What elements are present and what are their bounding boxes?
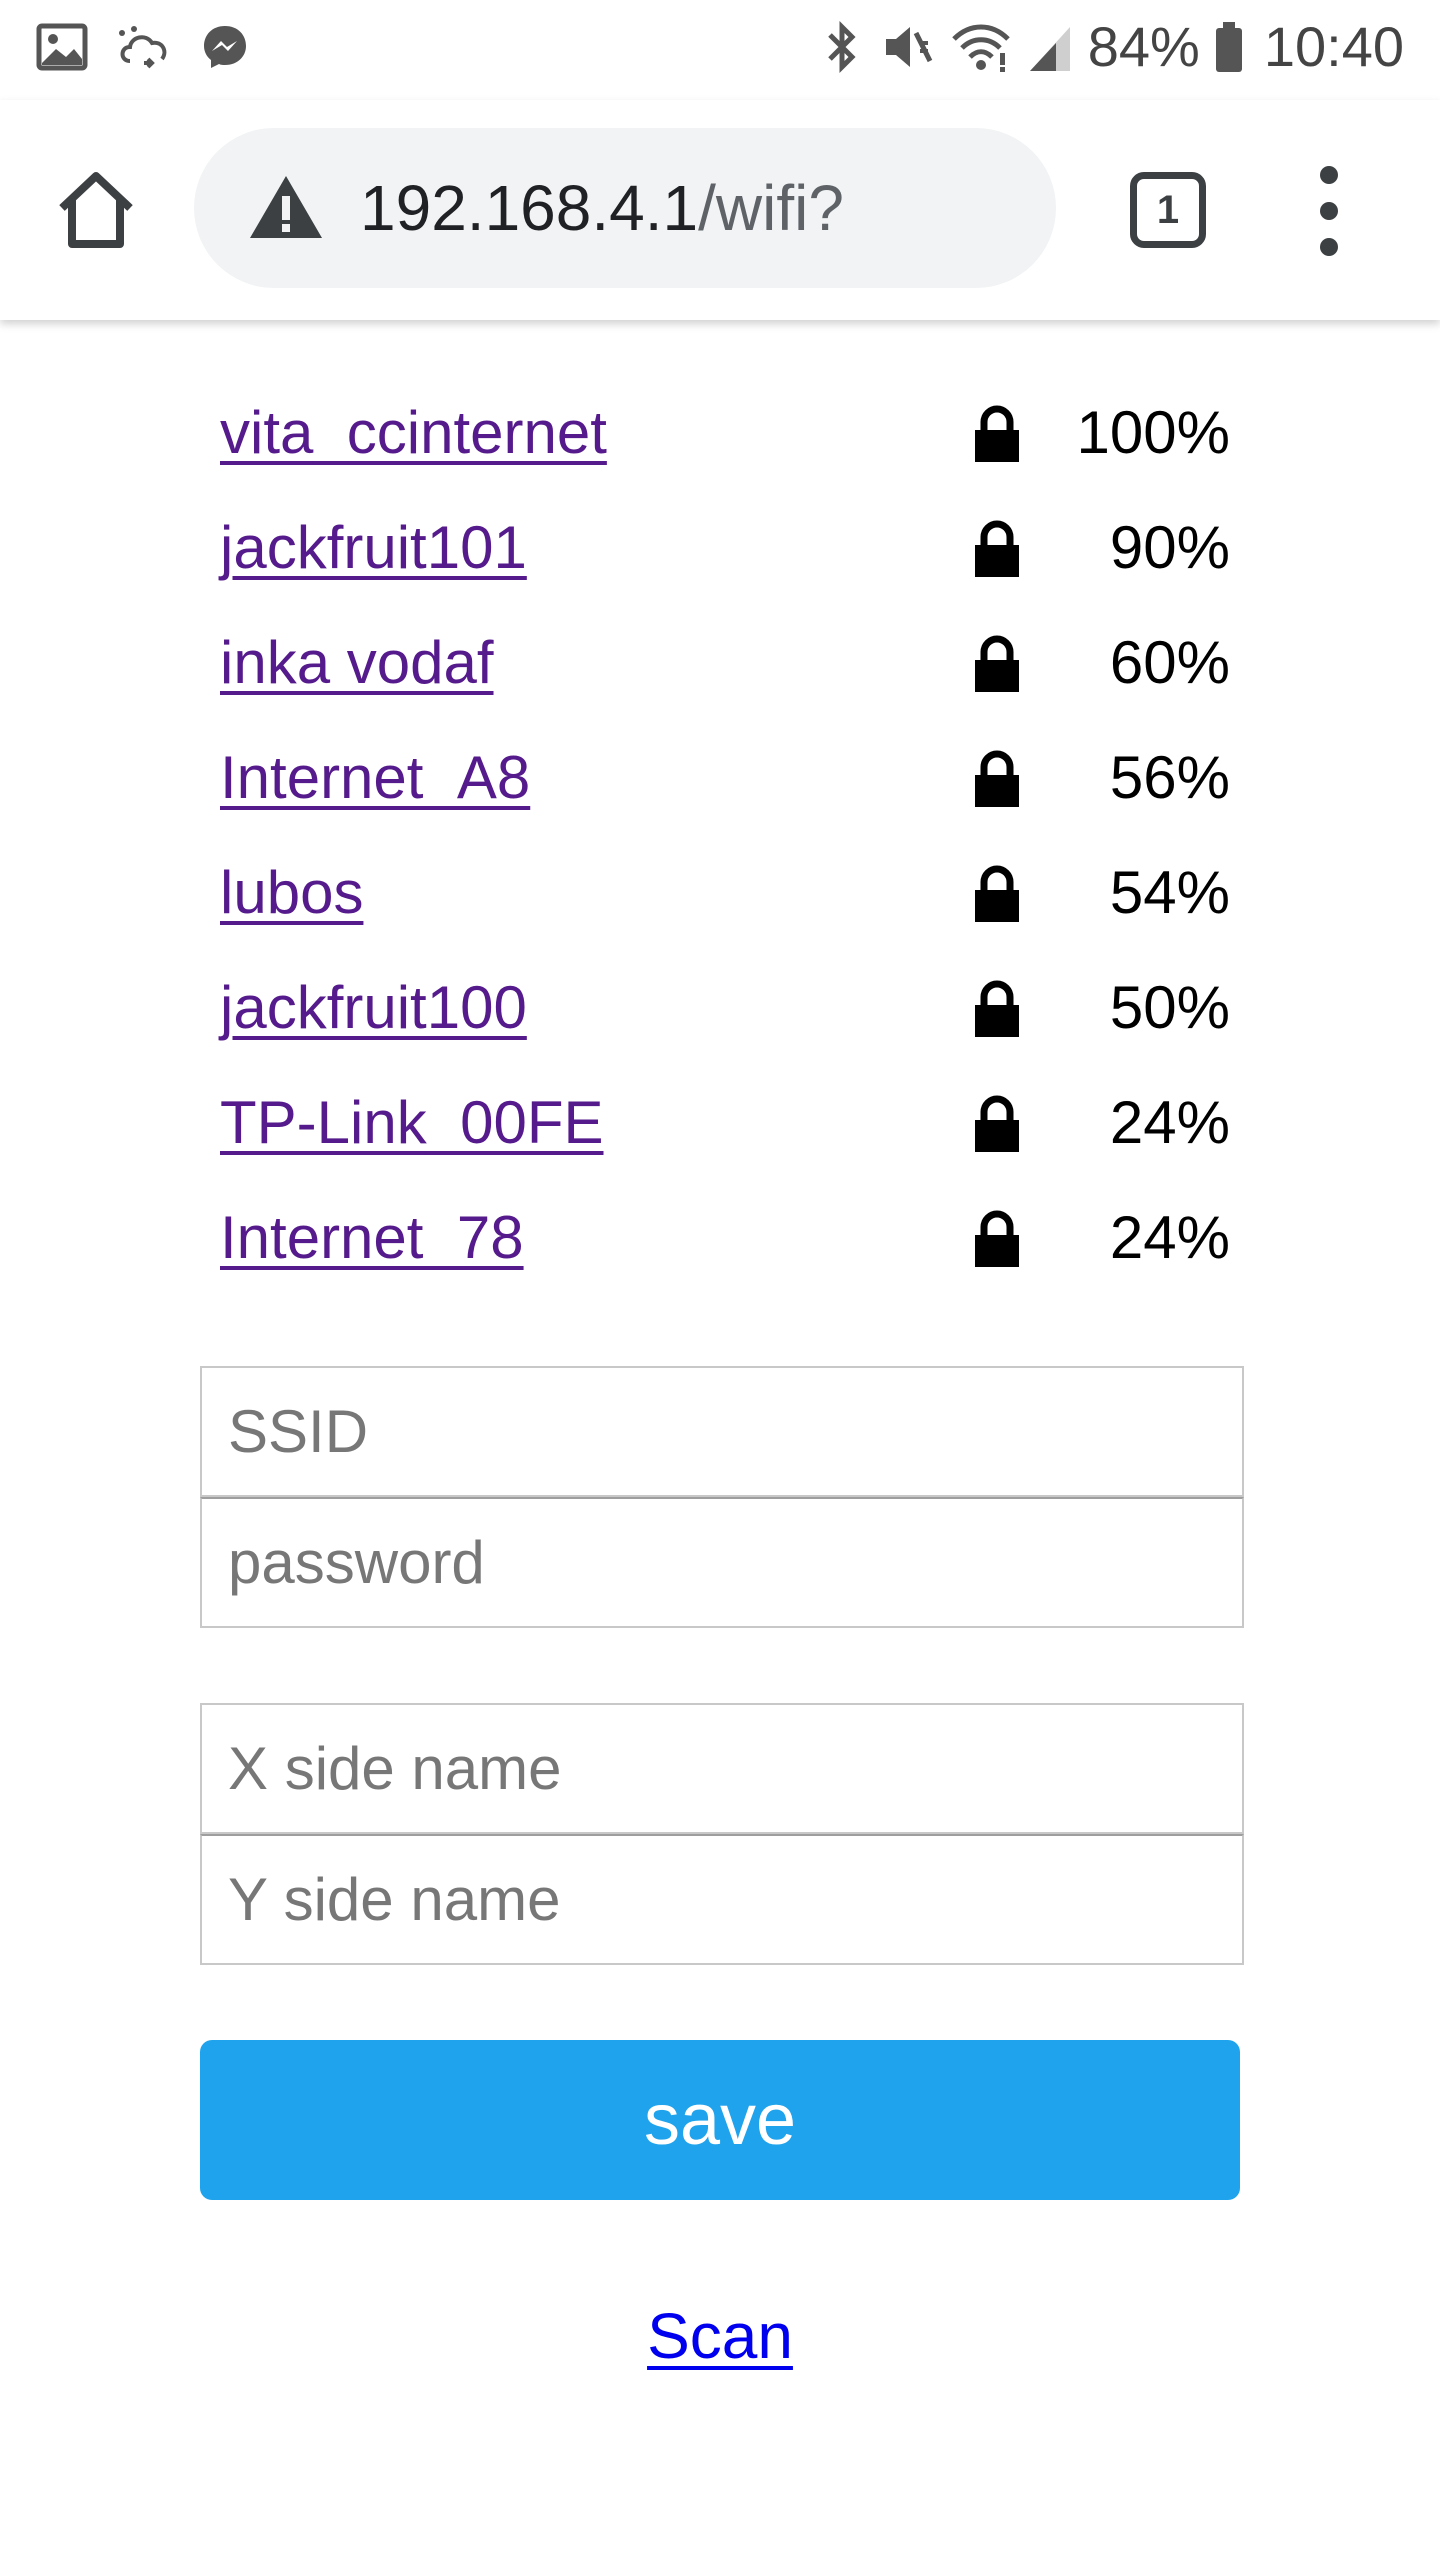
network-link[interactable]: TP-Link_00FE bbox=[220, 1088, 604, 1158]
network-link[interactable]: Internet_78 bbox=[220, 1203, 524, 1273]
signal-strength: 60% bbox=[1109, 629, 1230, 696]
menu-dot bbox=[1320, 238, 1338, 256]
lock-icon bbox=[975, 865, 1019, 922]
network-list: vita_ccinternet 100% jackfruit101 90% in… bbox=[220, 380, 1230, 1300]
status-bar: 84% 10:40 bbox=[0, 0, 1440, 100]
bluetooth-icon bbox=[827, 20, 856, 73]
ssid-input[interactable] bbox=[200, 1366, 1244, 1497]
signal-strength: 24% bbox=[1109, 1089, 1230, 1156]
address-bar[interactable]: 192.168.4.1/wifi? bbox=[194, 128, 1056, 288]
vibrate-mute-icon bbox=[885, 26, 933, 67]
wifi-icon bbox=[951, 24, 1010, 72]
url-text[interactable]: 192.168.4.1/wifi? bbox=[360, 168, 844, 248]
browser-toolbar: 192.168.4.1/wifi? 1 bbox=[0, 100, 1440, 320]
signal-strength: 24% bbox=[1109, 1204, 1230, 1271]
network-link[interactable]: lubos bbox=[220, 858, 363, 928]
network-row: vita_ccinternet 100% bbox=[220, 380, 1230, 495]
battery-percent: 84% bbox=[1087, 15, 1200, 78]
home-icon[interactable] bbox=[52, 166, 140, 254]
url-path: /wifi? bbox=[698, 172, 844, 244]
signal-icon bbox=[1029, 26, 1070, 71]
signal-strength: 54% bbox=[1109, 859, 1230, 926]
network-row: Internet_A8 56% bbox=[220, 725, 1230, 840]
network-row: inka vodaf 60% bbox=[220, 610, 1230, 725]
network-link[interactable]: Internet_A8 bbox=[220, 743, 530, 813]
network-row: TP-Link_00FE 24% bbox=[220, 1070, 1230, 1185]
menu-dot bbox=[1320, 202, 1338, 220]
lock-icon bbox=[975, 635, 1019, 692]
menu-dot bbox=[1320, 166, 1338, 184]
network-link[interactable]: vita_ccinternet bbox=[220, 398, 607, 468]
tab-count: 1 bbox=[1156, 188, 1180, 232]
network-row: jackfruit101 90% bbox=[220, 495, 1230, 610]
network-row: jackfruit100 50% bbox=[220, 955, 1230, 1070]
network-row: lubos 54% bbox=[220, 840, 1230, 955]
battery-icon bbox=[1215, 21, 1242, 72]
status-right: 84% 10:40 bbox=[822, 14, 1404, 79]
password-input[interactable] bbox=[200, 1497, 1244, 1628]
scan-link-container: Scan bbox=[0, 2296, 1440, 2376]
signal-strength: 90% bbox=[1109, 514, 1230, 581]
wifi-credentials-group bbox=[200, 1366, 1244, 1628]
signal-strength: 100% bbox=[1076, 399, 1230, 466]
network-row: Internet_78 24% bbox=[220, 1185, 1230, 1300]
more-menu-icon[interactable] bbox=[1304, 162, 1354, 262]
signal-strength: 50% bbox=[1109, 974, 1230, 1041]
lock-icon bbox=[975, 1210, 1019, 1267]
x-side-name-input[interactable] bbox=[200, 1703, 1244, 1834]
network-link[interactable]: inka vodaf bbox=[220, 628, 494, 698]
status-left-icons bbox=[36, 22, 250, 72]
signal-strength: 56% bbox=[1109, 744, 1230, 811]
gallery-icon bbox=[36, 23, 88, 71]
tab-switcher-button[interactable]: 1 bbox=[1130, 172, 1206, 248]
messenger-icon bbox=[204, 26, 246, 68]
lock-icon bbox=[975, 980, 1019, 1037]
clock: 10:40 bbox=[1263, 15, 1404, 78]
url-host: 192.168.4.1 bbox=[360, 172, 699, 244]
network-link[interactable]: jackfruit101 bbox=[220, 513, 527, 583]
lock-icon bbox=[975, 405, 1019, 462]
lock-icon bbox=[975, 520, 1019, 577]
y-side-name-input[interactable] bbox=[200, 1834, 1244, 1965]
lock-icon bbox=[975, 1095, 1019, 1152]
save-button[interactable]: save bbox=[200, 2040, 1240, 2200]
warning-icon[interactable] bbox=[248, 174, 324, 240]
network-link[interactable]: jackfruit100 bbox=[220, 973, 527, 1043]
sync-cloud-icon bbox=[119, 26, 167, 69]
lock-icon bbox=[975, 750, 1019, 807]
side-names-group bbox=[200, 1703, 1244, 1965]
scan-link[interactable]: Scan bbox=[647, 2300, 793, 2372]
